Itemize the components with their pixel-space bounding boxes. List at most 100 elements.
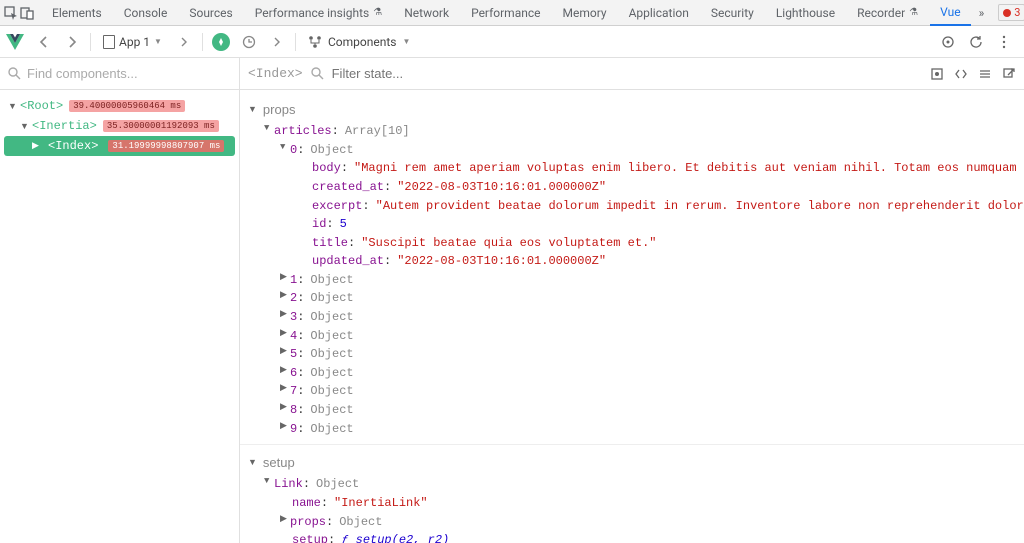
tab-recorder[interactable]: Recorder⚗ [847, 0, 928, 26]
show-render-code-icon[interactable] [954, 67, 968, 81]
component-tree: ▼ <Root> 39.40000005960464 ms ▼ <Inertia… [0, 90, 239, 162]
vue-devtools-toolbar: App 1 ▼ Components ▼ [0, 26, 1024, 58]
devtools-tab-bar: Elements Console Sources Performance ins… [0, 0, 1024, 26]
prop-articles[interactable]: ▼ articles: Array[10] [240, 122, 1024, 141]
flask-icon: ⚗ [909, 7, 918, 18]
array-item[interactable]: ▶3:Object [240, 308, 1024, 327]
caret-down-icon: ▼ [248, 456, 257, 470]
selected-component-crumb: <Index> [248, 66, 303, 81]
component-label: <Root> [20, 99, 63, 113]
array-item-0[interactable]: ▼ 0: Object [240, 141, 1024, 160]
setup-link-props[interactable]: ▶props:Object [240, 513, 1024, 532]
document-icon [103, 35, 115, 49]
caret-down-icon: ▼ [20, 121, 30, 132]
caret-right-icon: ▶ [280, 308, 290, 327]
field-title[interactable]: title:"Suscipit beatae quia eos voluptat… [240, 234, 1024, 253]
open-in-editor-icon[interactable] [1002, 67, 1016, 81]
tab-performance[interactable]: Performance [461, 0, 550, 26]
perf-badge: 39.40000005960464 ms [69, 100, 185, 112]
caret-down-icon: ▼ [264, 475, 274, 494]
tab-elements[interactable]: Elements [42, 0, 112, 26]
inspect-dom-icon[interactable] [978, 67, 992, 81]
perf-badge: 31.19999998807907 ms [108, 140, 224, 152]
array-item[interactable]: ▶9:Object [240, 420, 1024, 439]
timeline-button[interactable] [235, 28, 263, 56]
setup-link-name[interactable]: name:"InertiaLink" [240, 494, 1024, 513]
components-tree-icon [308, 35, 322, 49]
caret-right-icon: ▶ [280, 271, 290, 290]
caret-right-icon: ▶ [280, 327, 290, 346]
tree-node-inertia[interactable]: ▼ <Inertia> 35.30000001192093 ms [4, 116, 235, 136]
field-body[interactable]: body:"Magni rem amet aperiam voluptas en… [240, 159, 1024, 178]
array-item[interactable]: ▶4:Object [240, 327, 1024, 346]
tab-lighthouse[interactable]: Lighthouse [766, 0, 845, 26]
caret-right-icon: ▶ [32, 141, 42, 151]
inspect-element-icon[interactable] [4, 1, 18, 25]
find-components-row [0, 58, 239, 90]
section-setup[interactable]: ▼ setup [240, 444, 1024, 475]
field-excerpt[interactable]: excerpt:"Autem provident beatae dolorum … [240, 197, 1024, 216]
kebab-menu-icon[interactable] [990, 28, 1018, 56]
inspector-label: Components [328, 35, 397, 49]
vertical-divider [295, 33, 296, 51]
tab-application[interactable]: Application [619, 0, 699, 26]
tab-vue[interactable]: Vue [930, 0, 970, 26]
array-item[interactable]: ▶5:Object [240, 345, 1024, 364]
target-icon[interactable] [934, 28, 962, 56]
tab-memory[interactable]: Memory [553, 0, 617, 26]
scroll-to-component-icon[interactable] [930, 67, 944, 81]
setup-link[interactable]: ▼ Link: Object [240, 475, 1024, 494]
search-icon [311, 67, 324, 80]
field-id[interactable]: id:5 [240, 215, 1024, 234]
inspector-nav-forward[interactable] [263, 28, 291, 56]
app-nav-forward[interactable] [170, 28, 198, 56]
device-toolbar-icon[interactable] [20, 1, 34, 25]
back-button[interactable] [30, 28, 58, 56]
app-selector-label: App 1 [119, 35, 150, 49]
section-props[interactable]: ▼ props [240, 98, 1024, 122]
vue-logo-icon [0, 34, 30, 50]
forward-button[interactable] [58, 28, 86, 56]
refresh-icon[interactable] [962, 28, 990, 56]
tab-network[interactable]: Network [394, 0, 459, 26]
caret-right-icon: ▶ [280, 513, 290, 532]
components-tree-pane: ▼ <Root> 39.40000005960464 ms ▼ <Inertia… [0, 58, 240, 543]
tab-console[interactable]: Console [114, 0, 178, 26]
array-item[interactable]: ▶1:Object [240, 271, 1024, 290]
caret-down-icon: ▼ [264, 122, 274, 141]
caret-right-icon: ▶ [280, 401, 290, 420]
app-selector[interactable]: App 1 ▼ [95, 28, 170, 56]
tree-node-root[interactable]: ▼ <Root> 39.40000005960464 ms [4, 96, 235, 116]
state-header: <Index> [240, 58, 1024, 90]
tab-security[interactable]: Security [701, 0, 764, 26]
state-inspector: ▼ props ▼ articles: Array[10] ▼ 0: Objec… [240, 90, 1024, 543]
field-updated-at[interactable]: updated_at:"2022-08-03T10:16:01.000000Z" [240, 252, 1024, 271]
perf-badge: 35.30000001192093 ms [103, 120, 219, 132]
components-inspector-selector[interactable]: Components ▼ [300, 35, 418, 49]
find-components-input[interactable] [27, 66, 231, 81]
setup-link-setup[interactable]: setup:ƒ setup(e2, r2) [240, 531, 1024, 543]
compass-icon [212, 33, 230, 51]
search-icon [8, 67, 21, 80]
caret-down-icon: ▼ [248, 103, 257, 117]
array-item[interactable]: ▶8:Object [240, 401, 1024, 420]
tree-node-index[interactable]: ▶ <Index> 31.19999998807907 ms [4, 136, 235, 156]
caret-right-icon: ▶ [280, 289, 290, 308]
caret-down-icon: ▼ [280, 141, 290, 160]
filter-state-input[interactable] [332, 66, 922, 81]
inspector-button[interactable] [207, 28, 235, 56]
vertical-divider [202, 33, 203, 51]
caret-down-icon: ▼ [8, 101, 18, 112]
array-item[interactable]: ▶2:Object [240, 289, 1024, 308]
tabs-overflow-icon[interactable]: » [973, 0, 991, 26]
array-item[interactable]: ▶7:Object [240, 382, 1024, 401]
component-label: <Index> [44, 139, 102, 153]
errors-badge[interactable]: 3 [998, 4, 1024, 21]
tab-performance-insights[interactable]: Performance insights⚗ [245, 0, 392, 26]
array-item[interactable]: ▶6:Object [240, 364, 1024, 383]
caret-right-icon: ▶ [280, 364, 290, 383]
caret-right-icon: ▶ [280, 382, 290, 401]
component-label: <Inertia> [32, 119, 97, 133]
tab-sources[interactable]: Sources [179, 0, 242, 26]
field-created-at[interactable]: created_at:"2022-08-03T10:16:01.000000Z" [240, 178, 1024, 197]
